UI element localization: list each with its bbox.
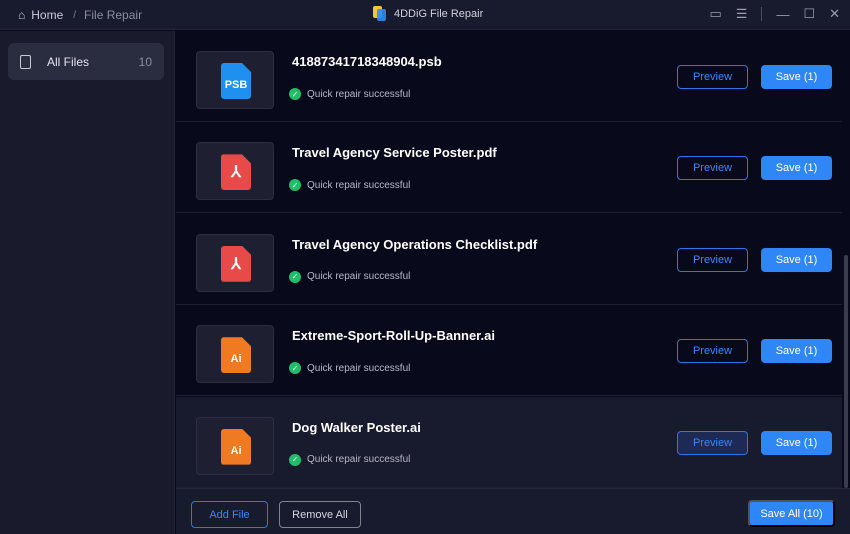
- preview-button[interactable]: Preview: [677, 247, 748, 272]
- file-icon: [20, 54, 31, 69]
- file-row: Ai Extreme-Sport-Roll-Up-Banner.ai ✓ Quic…: [176, 305, 842, 397]
- file-row: Ai Dog Walker Poster.ai ✓ Quick repair su…: [176, 396, 842, 488]
- file-row: PSB 41887341718348904.psb ✓ Quick repair …: [176, 31, 842, 122]
- divider: [761, 7, 763, 21]
- repair-status: ✓ Quick repair successful: [289, 270, 411, 283]
- pdf-file-icon: ⅄: [221, 245, 251, 282]
- app-title: 4DDiG File Repair: [373, 6, 483, 21]
- status-text: Quick repair successful: [307, 271, 411, 283]
- home-icon[interactable]: ⌂: [18, 8, 25, 22]
- file-thumbnail: Ai: [196, 416, 274, 475]
- preview-button[interactable]: Preview: [677, 339, 748, 364]
- file-list: PSB 41887341718348904.psb ✓ Quick repair …: [176, 31, 842, 488]
- file-name: Extreme-Sport-Roll-Up-Banner.ai: [292, 328, 495, 344]
- ai-file-icon: Ai: [221, 428, 251, 465]
- file-row: ⅄ Travel Agency Operations Checklist.pdf…: [176, 214, 842, 305]
- file-row: ⅄ Travel Agency Service Poster.pdf ✓ Quic…: [176, 122, 842, 214]
- save-button[interactable]: Save (1): [761, 430, 832, 455]
- preview-button[interactable]: Preview: [677, 430, 748, 455]
- check-icon: ✓: [289, 270, 301, 283]
- status-text: Quick repair successful: [307, 179, 411, 191]
- menu-icon[interactable]: ☰: [736, 6, 748, 22]
- app-title-text: 4DDiG File Repair: [394, 7, 484, 20]
- save-all-button[interactable]: Save All (10): [748, 500, 835, 527]
- file-name: Dog Walker Poster.ai: [292, 419, 421, 435]
- save-button[interactable]: Save (1): [761, 247, 832, 272]
- sidebar-item-count: 10: [138, 54, 152, 69]
- sidebar: All Files 10: [0, 31, 175, 534]
- repair-status: ✓ Quick repair successful: [289, 453, 411, 466]
- preview-button[interactable]: Preview: [677, 65, 748, 89]
- breadcrumb: ⌂ Home / File Repair: [18, 8, 142, 22]
- file-name: 41887341718348904.psb: [292, 54, 442, 69]
- file-name: Travel Agency Service Poster.pdf: [292, 145, 497, 161]
- status-text: Quick repair successful: [307, 88, 411, 100]
- scrollbar[interactable]: [844, 255, 848, 488]
- check-icon: ✓: [289, 88, 301, 100]
- repair-status: ✓ Quick repair successful: [289, 362, 411, 375]
- repair-status: ✓ Quick repair successful: [289, 88, 410, 100]
- pdf-file-icon: ⅄: [221, 154, 251, 191]
- add-file-button[interactable]: Add File: [191, 501, 268, 528]
- app-logo-icon: [373, 6, 386, 21]
- check-icon: ✓: [289, 362, 301, 375]
- close-icon[interactable]: ✕: [829, 6, 840, 22]
- feedback-icon[interactable]: ▭: [709, 6, 721, 22]
- minimize-icon[interactable]: —: [776, 7, 789, 22]
- psb-file-icon: PSB: [221, 63, 251, 99]
- footer: Add File Remove All Save All (10): [176, 488, 850, 534]
- check-icon: ✓: [289, 179, 301, 192]
- breadcrumb-separator: /: [73, 9, 77, 21]
- sidebar-item-all-files[interactable]: All Files 10: [8, 43, 164, 80]
- file-thumbnail: ⅄: [196, 142, 274, 201]
- maximize-icon[interactable]: ☐: [803, 6, 815, 22]
- breadcrumb-current: File Repair: [84, 8, 143, 22]
- status-text: Quick repair successful: [307, 362, 411, 374]
- file-name: Travel Agency Operations Checklist.pdf: [292, 236, 538, 252]
- sidebar-item-label: All Files: [47, 54, 90, 69]
- check-icon: ✓: [289, 453, 301, 466]
- save-button[interactable]: Save (1): [761, 65, 832, 89]
- file-thumbnail: ⅄: [196, 233, 274, 292]
- file-thumbnail: Ai: [196, 325, 274, 384]
- title-bar: ⌂ Home / File Repair 4DDiG File Repair ▭…: [0, 0, 850, 30]
- ai-file-icon: Ai: [221, 337, 251, 374]
- save-button[interactable]: Save (1): [761, 339, 832, 364]
- status-text: Quick repair successful: [307, 454, 411, 466]
- breadcrumb-home[interactable]: Home: [31, 8, 63, 22]
- remove-all-button[interactable]: Remove All: [279, 501, 361, 528]
- repair-status: ✓ Quick repair successful: [289, 179, 411, 192]
- file-thumbnail: PSB: [196, 51, 274, 109]
- preview-button[interactable]: Preview: [677, 156, 748, 181]
- save-button[interactable]: Save (1): [761, 156, 832, 181]
